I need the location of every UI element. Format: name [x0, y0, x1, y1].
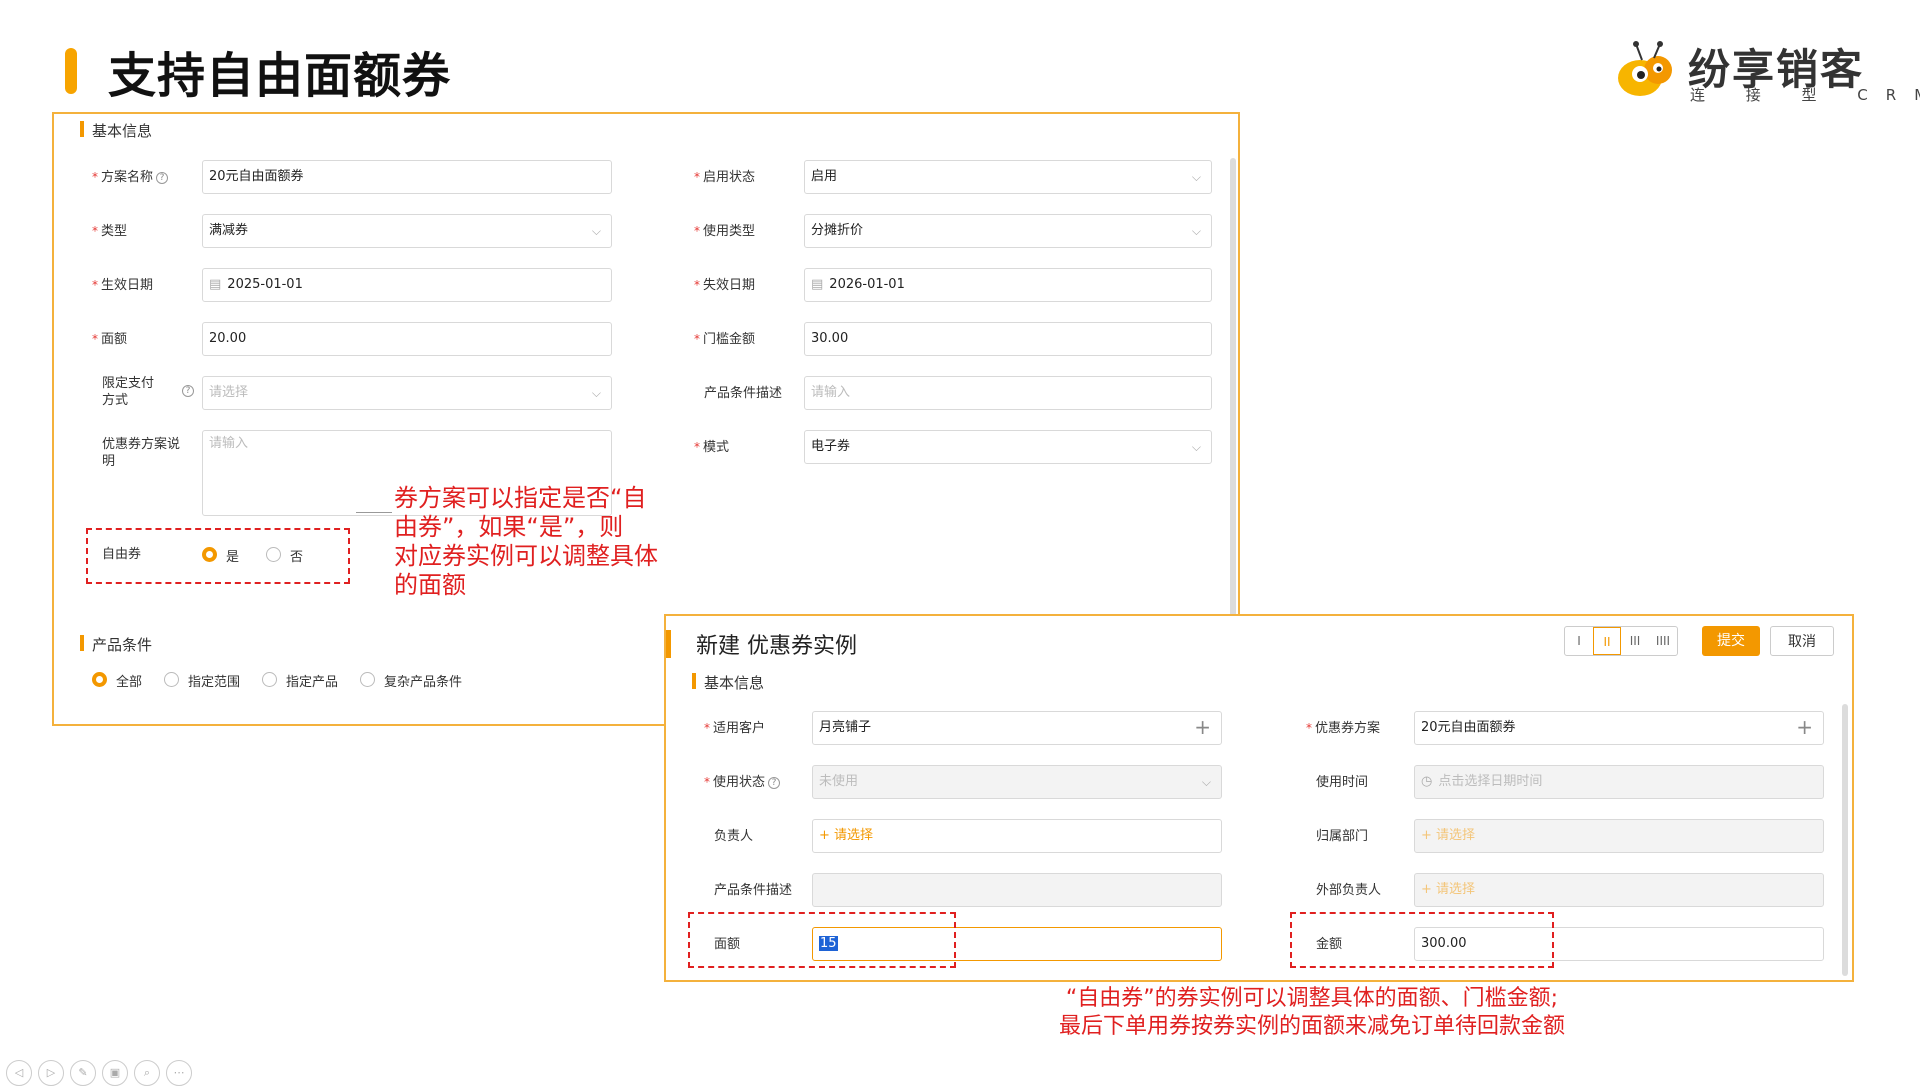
calendar-icon: ▤ [209, 277, 222, 292]
zoom-icon[interactable]: ⌕ [134, 1060, 160, 1086]
use-type-label: * 使用类型 [694, 224, 756, 239]
section-basic-info: 基本信息 [692, 672, 764, 693]
layout-option-4[interactable]: IIII [1649, 627, 1677, 655]
chevron-down-icon: ⌵ [591, 386, 601, 400]
enable-status-label: * 启用状态 [694, 170, 756, 185]
layout-option-3[interactable]: III [1621, 627, 1649, 655]
title-accent-bar [65, 48, 77, 94]
plan-desc-label: 优惠券方案说明 [102, 437, 181, 469]
cancel-button[interactable]: 取消 [1770, 626, 1834, 656]
brand-logo: 纷享销客 连 接 型 CRM [1616, 36, 1920, 106]
start-date-label: * 生效日期 [92, 278, 154, 293]
annotation-free-coupon: 券方案可以指定是否“自 由券”，如果“是”，则 对应券实例可以调整具体 的面额 [394, 484, 658, 599]
section-product-conditions: 产品条件 [80, 634, 152, 655]
plus-icon: + [819, 828, 835, 843]
department-picker: + 请选择 [1414, 819, 1824, 853]
highlight-free-coupon [86, 528, 350, 584]
slides-icon[interactable]: ▣ [102, 1060, 128, 1086]
threshold-label: * 门槛金额 [694, 332, 756, 347]
chevron-down-icon: ⌵ [1201, 775, 1211, 789]
product-desc-label: 产品条件描述 [704, 386, 783, 401]
ext-owner-picker: + 请选择 [1414, 873, 1824, 907]
scrollbar[interactable] [1842, 704, 1848, 976]
coupon-plan-lookup[interactable]: 20元自由面额券 + [1414, 711, 1824, 745]
calendar-icon: ▤ [811, 277, 824, 292]
annotation-free-coupon-instance: “自由券”的券实例可以调整具体的面额、门槛金额; 最后下单用券按券实例的面额来减… [1058, 986, 1565, 1039]
product-complex-radio[interactable] [360, 672, 375, 687]
dialog-title-accent [666, 630, 671, 658]
start-date-picker[interactable]: ▤ 2025-01-01 [202, 268, 612, 302]
layout-option-1[interactable]: I [1565, 627, 1593, 655]
more-icon[interactable]: ⋯ [166, 1060, 192, 1086]
pay-method-label: 限定支付 方式 [102, 376, 155, 408]
annotation-pointer-line [356, 512, 392, 513]
dialog-title: 新建 优惠券实例 [696, 634, 857, 659]
type-label: * 类型 [92, 224, 128, 239]
chevron-down-icon: ⌵ [591, 224, 601, 238]
presentation-toolbar: ◁ ▷ ✎ ▣ ⌕ ⋯ [6, 1060, 192, 1086]
help-icon: ? [156, 172, 169, 184]
plus-icon: + [1421, 828, 1437, 843]
slide-title: 支持自由面额券 [108, 48, 452, 104]
end-date-picker[interactable]: ▤ 2026-01-01 [804, 268, 1212, 302]
section-basic-info: 基本信息 [80, 120, 152, 141]
product-all-radio[interactable] [92, 672, 107, 687]
plus-icon: + [1796, 715, 1813, 739]
product-range-radio[interactable] [164, 672, 179, 687]
end-date-label: * 失效日期 [694, 278, 756, 293]
pen-icon[interactable]: ✎ [70, 1060, 96, 1086]
customer-label: * 适用客户 [704, 721, 766, 736]
use-time-label: 使用时间 [1316, 775, 1369, 790]
chevron-down-icon: ⌵ [1191, 440, 1201, 454]
product-desc-input[interactable]: 请输入 [804, 376, 1212, 410]
ext-owner-label: 外部负责人 [1316, 883, 1382, 898]
coupon-plan-label: * 优惠券方案 [1306, 721, 1381, 736]
department-label: 归属部门 [1316, 829, 1369, 844]
mode-label: * 模式 [694, 440, 730, 455]
plan-name-input[interactable]: 20元自由面额券 [202, 160, 612, 194]
layout-option-2[interactable]: II [1593, 627, 1621, 655]
chevron-down-icon: ⌵ [1191, 224, 1201, 238]
enable-status-select[interactable]: 启用 ⌵ [804, 160, 1212, 194]
use-status-select: 未使用 ⌵ [812, 765, 1222, 799]
plus-icon: + [1194, 715, 1211, 739]
help-icon: ? [182, 385, 194, 397]
product-desc-label: 产品条件描述 [714, 883, 793, 898]
use-status-label: * 使用状态? [704, 774, 781, 791]
owner-label: 负责人 [714, 829, 754, 844]
help-icon: ? [768, 777, 781, 789]
highlight-face-value [688, 912, 956, 968]
face-value-label: * 面额 [92, 332, 128, 347]
use-time-picker: ◷ 点击选择日期时间 [1414, 765, 1824, 799]
mode-select[interactable]: 电子券 ⌵ [804, 430, 1212, 464]
new-coupon-instance-dialog: 新建 优惠券实例 I II III IIII 提交 取消 基本信息 * 适用客户 … [664, 614, 1854, 982]
type-select[interactable]: 满减券 ⌵ [202, 214, 612, 248]
prev-icon[interactable]: ◁ [6, 1060, 32, 1086]
plus-icon: + [1421, 882, 1437, 897]
product-option-label: 指定范围 [188, 675, 241, 690]
product-desc-input [812, 873, 1222, 907]
next-icon[interactable]: ▷ [38, 1060, 64, 1086]
face-value-input[interactable]: 20.00 [202, 322, 612, 356]
pay-method-select[interactable]: 请选择 ⌵ [202, 376, 612, 410]
owner-picker[interactable]: + 请选择 [812, 819, 1222, 853]
customer-lookup[interactable]: 月亮铺子 + [812, 711, 1222, 745]
product-option-label: 指定产品 [286, 675, 339, 690]
use-type-select[interactable]: 分摊折价 ⌵ [804, 214, 1212, 248]
product-specific-radio[interactable] [262, 672, 277, 687]
plan-name-label: * 方案名称? [92, 169, 169, 186]
threshold-input[interactable]: 30.00 [804, 322, 1212, 356]
column-layout-switcher[interactable]: I II III IIII [1564, 626, 1678, 656]
submit-button[interactable]: 提交 [1702, 626, 1760, 656]
chevron-down-icon: ⌵ [1191, 170, 1201, 184]
brand-tagline: 连 接 型 CRM [1690, 86, 1920, 104]
bee-logo-icon [1618, 41, 1672, 96]
highlight-amount [1290, 912, 1554, 968]
clock-icon: ◷ [1421, 774, 1433, 789]
product-option-label: 全部 [116, 675, 143, 690]
product-option-label: 复杂产品条件 [384, 675, 463, 690]
